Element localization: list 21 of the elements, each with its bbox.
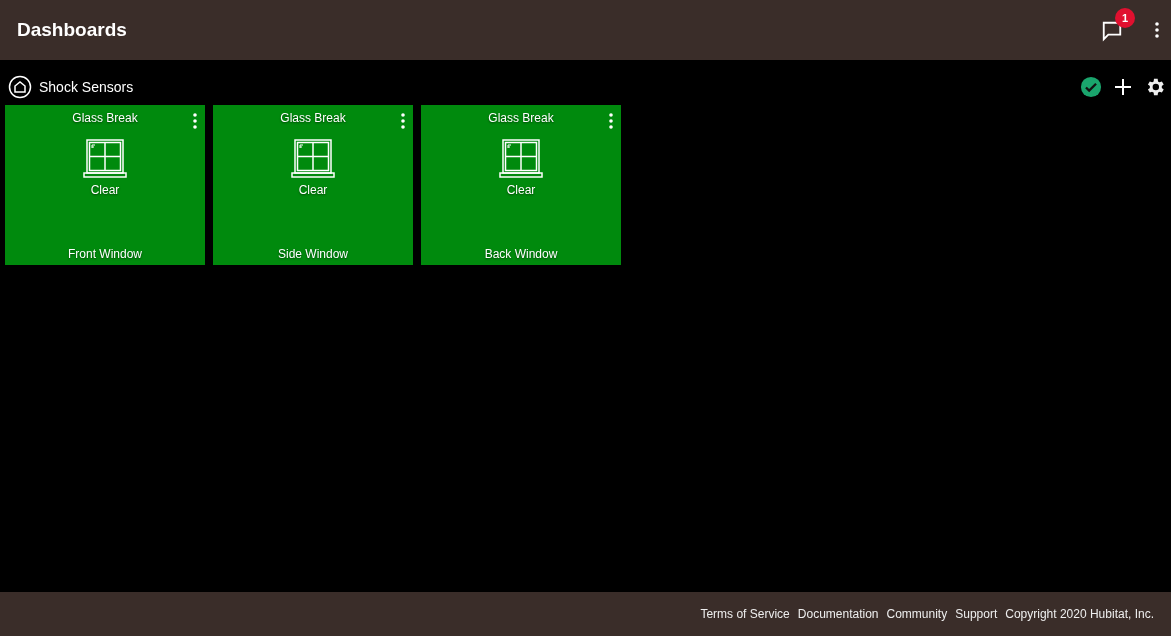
footer-link[interactable]: Terms of Service: [700, 607, 790, 621]
tile-name: Front Window: [68, 247, 142, 261]
messages-button[interactable]: 1: [1101, 8, 1135, 42]
device-tile[interactable]: Glass Break Clear Back Window: [421, 105, 621, 265]
tile-name: Side Window: [278, 247, 348, 261]
footer-link[interactable]: Documentation: [797, 607, 879, 621]
notification-badge: 1: [1115, 8, 1135, 28]
tile-title: Glass Break: [72, 111, 138, 125]
page-title: Dashboards: [17, 19, 128, 41]
copyright-text: Copyright 2020 Hubitat, Inc.: [1005, 607, 1154, 621]
dashboard-name: Shock Sensors: [39, 79, 135, 95]
tile-name: Back Window: [484, 247, 558, 261]
tile-title: Glass Break: [488, 111, 554, 125]
tile-title: Glass Break: [280, 111, 346, 125]
tile-status: Clear: [298, 183, 328, 197]
device-tile[interactable]: Glass Break Clear Side Window: [213, 105, 413, 265]
tile-status: Clear: [90, 183, 120, 197]
device-tile[interactable]: Glass Break Clear Front Window: [5, 105, 205, 265]
footer-link[interactable]: Support: [955, 607, 998, 621]
tile-status: Clear: [506, 183, 536, 197]
footer-link[interactable]: Community: [886, 607, 948, 621]
